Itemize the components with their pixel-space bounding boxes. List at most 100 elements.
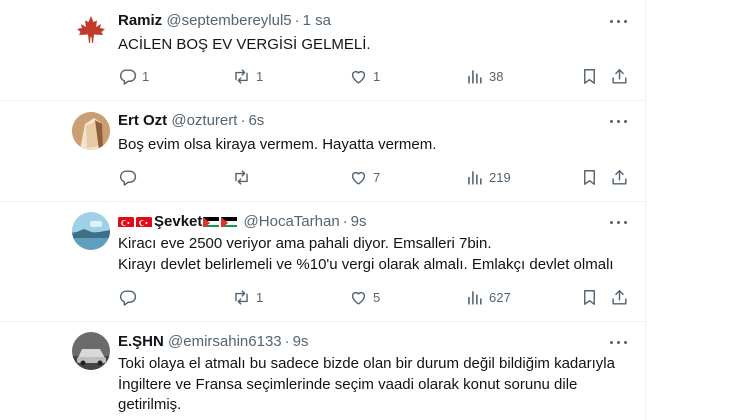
- views-button[interactable]: 627: [465, 285, 511, 309]
- bookmark-icon: [584, 68, 595, 84]
- views-icon: [468, 170, 482, 185]
- views-button[interactable]: 219: [465, 165, 511, 189]
- display-name[interactable]: Şevket: [154, 213, 202, 230]
- timeline: Ramiz @septembereylul5 · 1 sa ACİLEN BOŞ E…: [0, 0, 646, 420]
- avatar[interactable]: [72, 112, 110, 150]
- more-icon[interactable]: [608, 111, 630, 131]
- reply-button[interactable]: [118, 285, 142, 309]
- tweet[interactable]: Ramiz @septembereylul5 · 1 sa ACİLEN BOŞ E…: [0, 0, 645, 101]
- share-button[interactable]: [610, 64, 629, 88]
- palestine-flag-icon: [203, 215, 220, 227]
- turkey-flag-icon: [136, 215, 152, 227]
- tweet-text-line: Toki olaya el atmalı bu sadece bizde ola…: [118, 355, 615, 372]
- views-count: 627: [489, 289, 511, 305]
- tweet-text: Toki olaya el atmalı bu sadece bizde ola…: [118, 354, 638, 416]
- action-bar: 1 1 1 38: [112, 64, 632, 88]
- separator-dot: ·: [342, 213, 348, 230]
- bookmark-icon: [584, 289, 595, 305]
- tweet-text-line: Boş evim olsa kiraya vermem. Hayatta ver…: [118, 136, 437, 153]
- repost-count: 1: [256, 289, 264, 305]
- display-name[interactable]: Ramiz: [118, 12, 162, 29]
- timestamp[interactable]: 9s: [351, 213, 367, 230]
- avatar-image: [72, 332, 110, 370]
- tweet-text-line: ACİLEN BOŞ EV VERGİSİ GELMELİ.: [118, 36, 371, 53]
- like-icon: [351, 70, 366, 84]
- views-icon: [468, 69, 482, 84]
- like-count: 5: [373, 289, 381, 305]
- views-count: 219: [489, 169, 511, 185]
- reply-button[interactable]: 1: [118, 64, 149, 88]
- reply-count: 1: [142, 68, 150, 84]
- display-name[interactable]: Ert Ozt: [118, 112, 167, 129]
- tweet[interactable]: Şevket @HocaTarhan · 9s Kiracı eve 2500 ve…: [0, 201, 645, 322]
- avatar[interactable]: [72, 12, 110, 50]
- action-bar: 1 5 627: [112, 285, 632, 309]
- more-icon[interactable]: [608, 212, 630, 232]
- handle[interactable]: @ozturert: [171, 112, 237, 129]
- like-button[interactable]: 7: [349, 165, 380, 189]
- handle[interactable]: @emirsahin6133: [168, 333, 282, 350]
- tweet-header: Ramiz @septembereylul5 · 1 sa: [118, 11, 331, 31]
- like-icon: [351, 291, 366, 305]
- tweet-header: Ert Ozt @ozturert · 6s: [118, 111, 264, 131]
- repost-icon: [235, 169, 248, 185]
- separator-dot: ·: [294, 12, 300, 29]
- tweet[interactable]: Ert Ozt @ozturert · 6s Boş evim olsa kiray…: [0, 100, 645, 202]
- reply-icon: [119, 289, 137, 306]
- repost-button[interactable]: 1: [232, 64, 263, 88]
- more-icon[interactable]: [608, 332, 630, 352]
- bookmark-button[interactable]: [580, 64, 599, 88]
- repost-icon: [235, 68, 248, 84]
- repost-count: 1: [256, 68, 264, 84]
- tweet-text-line: getirilmiş.: [118, 396, 182, 413]
- display-name[interactable]: E.ŞHN: [118, 333, 164, 350]
- avatar[interactable]: [72, 332, 110, 370]
- repost-button[interactable]: 1: [232, 285, 263, 309]
- handle[interactable]: @septembereylul5: [166, 12, 291, 29]
- more-icon[interactable]: [608, 11, 630, 31]
- palestine-flag-icon: [221, 215, 238, 227]
- bookmark-button[interactable]: [580, 165, 599, 189]
- avatar[interactable]: [72, 212, 110, 250]
- timestamp[interactable]: 9s: [293, 333, 309, 350]
- like-button[interactable]: 5: [349, 285, 380, 309]
- tweet-text: ACİLEN BOŞ EV VERGİSİ GELMELİ.: [118, 35, 638, 56]
- avatar-image: [72, 212, 110, 250]
- avatar-image: [72, 112, 110, 150]
- bookmark-icon: [584, 169, 595, 185]
- like-count: 1: [373, 68, 381, 84]
- reply-button[interactable]: [118, 165, 142, 189]
- turkey-flag-icon: [118, 215, 134, 227]
- bookmark-button[interactable]: [580, 285, 599, 309]
- tweet[interactable]: E.ŞHN @emirsahin6133 · 9s Toki olaya el at…: [0, 321, 645, 420]
- repost-button[interactable]: [232, 165, 256, 189]
- tweet-text: Kiracı eve 2500 veriyor ama pahali diyor…: [118, 234, 638, 275]
- reply-icon: [119, 68, 137, 85]
- handle[interactable]: @HocaTarhan: [244, 213, 340, 230]
- like-icon: [351, 171, 366, 185]
- separator-dot: ·: [284, 333, 290, 350]
- reply-icon: [119, 169, 137, 186]
- tweet-header: E.ŞHN @emirsahin6133 · 9s: [118, 332, 308, 352]
- like-button[interactable]: 1: [349, 64, 380, 88]
- views-button[interactable]: 38: [465, 64, 503, 88]
- repost-icon: [235, 289, 248, 305]
- separator-dot: ·: [240, 112, 246, 129]
- action-bar: 7 219: [112, 165, 632, 189]
- tweet-text-line: Kiracı eve 2500 veriyor ama pahali diyor…: [118, 235, 492, 252]
- views-icon: [468, 290, 482, 305]
- share-icon: [612, 289, 627, 305]
- tweet-text-line: Kirayı devlet belirlemeli ve %10'u vergi…: [118, 255, 614, 273]
- tweet-header: Şevket @HocaTarhan · 9s: [118, 212, 367, 232]
- tweet-text-line: İngiltere ve Fransa seçimlerinde seçim v…: [118, 375, 578, 393]
- share-icon: [612, 68, 627, 84]
- timestamp[interactable]: 6s: [248, 112, 264, 129]
- maple-leaf-icon: [77, 16, 105, 43]
- like-count: 7: [373, 169, 381, 185]
- tweet-text: Boş evim olsa kiraya vermem. Hayatta ver…: [118, 135, 638, 156]
- views-count: 38: [489, 68, 504, 84]
- share-icon: [612, 169, 627, 185]
- share-button[interactable]: [610, 285, 629, 309]
- share-button[interactable]: [610, 165, 629, 189]
- timestamp[interactable]: 1 sa: [303, 12, 331, 29]
